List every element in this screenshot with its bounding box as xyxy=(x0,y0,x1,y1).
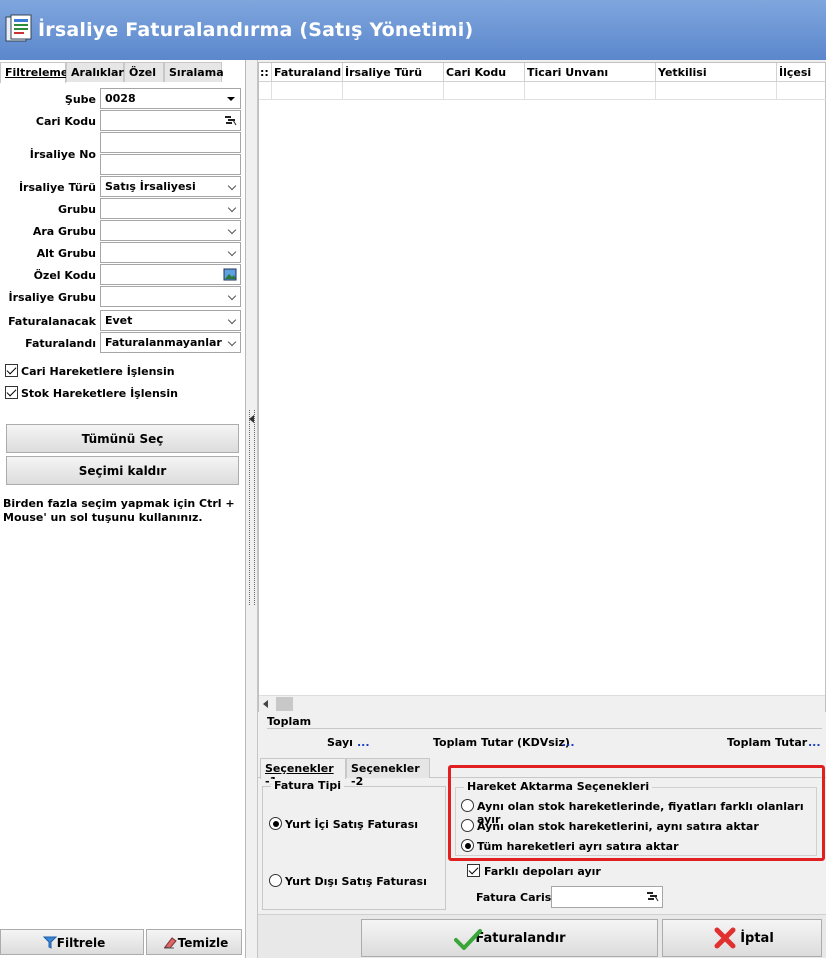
yurt-ici-label: Yurt İçi Satış Faturası xyxy=(285,818,419,831)
horizontal-scrollbar[interactable] xyxy=(259,695,825,712)
column-ilcesi[interactable]: İlçesi xyxy=(777,63,826,82)
deselect-button[interactable]: Seçimi kaldır xyxy=(6,456,239,485)
yurt-disi-radio[interactable] xyxy=(269,874,282,887)
yurt-disi-label: Yurt Dışı Satış Faturası xyxy=(285,875,427,888)
tutar-kdvsiz-label: Toplam Tutar (KDVsiz) xyxy=(433,736,570,749)
irsaliye-no-end-input[interactable] xyxy=(100,154,241,175)
tab-filtreleme[interactable]: Filtreleme xyxy=(0,62,68,83)
faturalandi-label: Faturalandı xyxy=(25,337,96,350)
tab-araliklar[interactable]: Aralıklar xyxy=(66,62,124,82)
grid-corner[interactable]: :: xyxy=(259,63,272,82)
column-yetkilisi[interactable]: Yetkilisi xyxy=(656,63,777,82)
toplam-tutar-label: Toplam Tutar xyxy=(727,736,808,749)
cari-kodu-input[interactable] xyxy=(100,110,241,131)
tab-siralama[interactable]: Sıralama xyxy=(164,62,224,82)
totals-panel: Toplam Sayı ... Toplam Tutar (KDVsiz) ..… xyxy=(258,712,826,756)
fiyat-farkli-ayir-radio[interactable] xyxy=(461,799,474,812)
totals-title: Toplam xyxy=(267,715,312,728)
tab-secenekler-2[interactable]: Seçenekler -2 xyxy=(346,758,430,788)
cari-kodu-label: Cari Kodu xyxy=(35,115,96,128)
alt-grubu-label: Alt Grubu xyxy=(36,247,96,260)
farkli-depo-label: Farklı depoları ayır xyxy=(484,865,601,878)
lookup-icon[interactable] xyxy=(223,114,237,127)
clear-button[interactable]: Temizle xyxy=(146,929,242,955)
tutar-kdvsiz-value: ... xyxy=(562,736,575,749)
grid-cell[interactable] xyxy=(777,82,826,100)
lookup-icon[interactable] xyxy=(645,890,659,903)
fatura-carisi-input[interactable] xyxy=(551,886,663,908)
fatura-tipi-group: Fatura Tipi Yurt İçi Satış Faturası Yurt… xyxy=(262,779,446,910)
column-ticari-unvani[interactable]: Ticari Unvanı xyxy=(525,63,656,82)
ara-grubu-label: Ara Grubu xyxy=(32,225,96,238)
column-cari-kodu[interactable]: Cari Kodu xyxy=(444,63,525,82)
ozel-kodu-input[interactable] xyxy=(100,264,241,285)
funnel-icon xyxy=(43,936,57,949)
tab-ozel[interactable]: Özel xyxy=(124,62,164,82)
panel-splitter[interactable] xyxy=(246,60,258,958)
eraser-icon xyxy=(164,937,177,949)
sube-label: Şube xyxy=(64,93,96,106)
ara-grubu-select[interactable] xyxy=(100,220,241,241)
irsaliye-grubu-select[interactable] xyxy=(100,286,241,307)
sayi-value: ... xyxy=(357,736,370,749)
hareket-aktarma-title: Hareket Aktarma Seçenekleri xyxy=(464,780,653,793)
tab-secenekler-1[interactable]: Seçenekler -1 xyxy=(260,758,346,788)
filter-button[interactable]: Filtrele xyxy=(0,929,144,955)
window-title: İrsaliye Faturalandırma (Satış Yönetimi) xyxy=(38,19,474,41)
hareket-aktarma-group: Hareket Aktarma Seçenekleri Aynı olan st… xyxy=(455,780,817,856)
totals-divider xyxy=(267,728,822,729)
grid-cell[interactable] xyxy=(343,82,444,100)
grubu-select[interactable] xyxy=(100,198,241,219)
grid-cell[interactable] xyxy=(656,82,777,100)
scroll-left-icon[interactable] xyxy=(263,700,268,708)
stok-checkbox[interactable] xyxy=(5,386,18,399)
select-all-button[interactable]: Tümünü Seç xyxy=(6,424,239,453)
grid-cell[interactable] xyxy=(272,82,343,100)
invoice-app-icon xyxy=(5,14,32,42)
ayni-satira-aktar-label: Aynı olan stok hareketlerini, aynı satır… xyxy=(477,820,759,833)
checkmark-icon xyxy=(454,929,482,950)
iptal-button[interactable]: İptal xyxy=(662,919,822,957)
title-bar: İrsaliye Faturalandırma (Satış Yönetimi) xyxy=(0,0,826,60)
ayni-satira-aktar-radio[interactable] xyxy=(461,819,474,832)
irsaliye-turu-select[interactable]: Satış İrsaliyesi xyxy=(100,176,241,197)
ayri-satira-aktar-radio[interactable] xyxy=(461,839,474,852)
toplam-tutar-value: ... xyxy=(808,736,821,749)
grid-cell[interactable] xyxy=(525,82,656,100)
filter-panel: Filtreleme Aralıklar Özel Sıralama Şube … xyxy=(0,60,246,958)
stok-checkbox-label: Stok Hareketlere İşlensin xyxy=(21,387,178,400)
irsaliye-no-start-input[interactable] xyxy=(100,132,241,153)
fatura-tipi-title: Fatura Tipi xyxy=(271,779,344,792)
fatura-carisi-label: Fatura Carisi xyxy=(476,891,556,904)
picture-icon[interactable] xyxy=(223,268,237,281)
grid-cell[interactable] xyxy=(444,82,525,100)
faturalandi-select[interactable]: Faturalanmayanlar xyxy=(100,332,241,353)
collapse-arrow-icon[interactable] xyxy=(249,415,254,423)
cari-checkbox-label: Cari Hareketlere İşlensin xyxy=(21,365,175,378)
sayi-label: Sayı xyxy=(327,736,353,749)
splitter-grip[interactable] xyxy=(249,410,255,605)
scrollbar-thumb[interactable] xyxy=(276,697,293,711)
cancel-x-icon xyxy=(714,927,736,949)
faturalanacak-label: Faturalanacak xyxy=(8,315,96,328)
irsaliye-grubu-label: İrsaliye Grubu xyxy=(8,291,96,304)
delivery-note-grid[interactable]: :: Faturalandı İrsaliye Türü Cari Kodu T… xyxy=(258,62,826,712)
irsaliye-turu-label: İrsaliye Türü xyxy=(18,181,96,194)
cari-checkbox[interactable] xyxy=(5,364,18,377)
irsaliye-no-label: İrsaliye No xyxy=(29,148,96,161)
faturalanacak-select[interactable]: Evet xyxy=(100,310,241,331)
multi-select-hint: Birden fazla seçim yapmak için Ctrl + Mo… xyxy=(3,497,235,524)
yurt-ici-radio[interactable] xyxy=(269,817,282,830)
ozel-kodu-label: Özel Kodu xyxy=(33,269,96,282)
column-faturalandi[interactable]: Faturalandı xyxy=(272,63,343,82)
grid-row-indicator xyxy=(259,82,272,100)
ayri-satira-aktar-label: Tüm hareketleri ayrı satıra aktar xyxy=(477,840,679,853)
column-irsaliye-turu[interactable]: İrsaliye Türü xyxy=(343,63,444,82)
sube-select[interactable]: 0028 xyxy=(100,88,241,109)
grubu-label: Grubu xyxy=(58,203,96,216)
farkli-depo-checkbox[interactable] xyxy=(467,864,480,877)
alt-grubu-select[interactable] xyxy=(100,242,241,263)
faturalandir-button[interactable]: Faturalandır xyxy=(361,919,658,957)
